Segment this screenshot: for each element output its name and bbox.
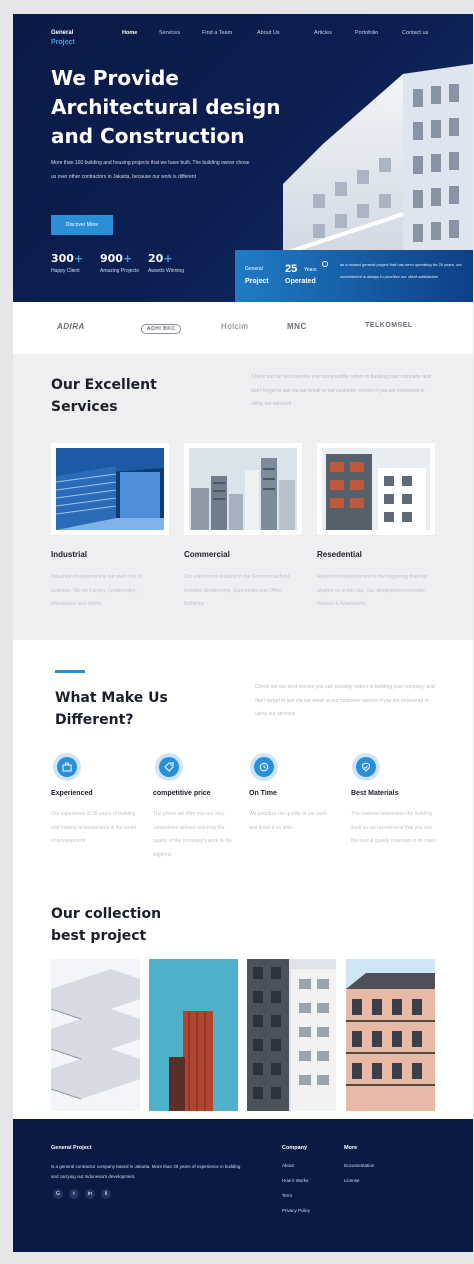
shield-icon [352,753,380,781]
collection-title-line1: Our collection [51,906,162,922]
briefcase-icon [53,753,81,781]
feature-desc-materials: The material determines the building its… [351,811,436,844]
ring-icon [322,261,328,267]
stat-suffix: + [163,252,173,265]
service-title-industrial: Industrial [51,550,88,559]
top-strip [0,0,474,6]
section-accent-line [55,670,85,673]
service-desc-residential: Residential development is the beginning… [317,574,428,607]
collection-title-line2: best project [51,928,147,944]
stat-label: Amazing Projects [100,268,139,274]
logo-mnc: MNC [287,322,307,331]
info-project: Project [245,278,269,285]
tag-icon [155,753,183,781]
footer-more-heading: More [344,1145,358,1151]
stat-label: Awards Winning [148,268,185,274]
footer-brand: General Project [51,1145,92,1151]
nav-about[interactable]: About Us [257,30,280,36]
footer-link-about[interactable]: About [282,1163,294,1168]
stat-label: Happy Client [51,268,80,274]
feature-desc-ontime: We prioritize the quality of our work an… [249,811,327,831]
clock-icon [250,753,278,781]
info-operated: Operated [285,278,316,285]
brand-line1: General [51,30,74,36]
info-years-number: 25 [285,263,298,275]
stat-value: 300 [51,252,74,265]
commercial-image [189,448,297,530]
service-card-residential[interactable] [317,443,435,535]
instagram-icon[interactable]: in [85,1189,95,1199]
footer-link-license[interactable]: License [344,1178,360,1183]
stat-suffix: + [73,252,84,265]
stat-value: 900 [100,252,123,265]
service-title-residential: Resedential [317,550,362,559]
collection-title: Our collection best project [51,903,161,947]
service-card-industrial[interactable] [51,443,169,535]
hero-description: More than 100 building and housing proje… [51,160,250,180]
stat-value: 20 [148,252,164,265]
project-image-2[interactable] [149,959,238,1111]
footer-company-heading: Company [282,1145,308,1151]
feature-title-materials: Best Materials [351,790,399,797]
service-card-commercial[interactable] [184,443,302,535]
linkedin-icon[interactable]: li [101,1189,111,1199]
brand-logo[interactable]: General Project [51,29,75,47]
residential-image [322,448,430,530]
feature-title-ontime: On Time [249,790,277,797]
twitter-icon[interactable]: t [69,1189,79,1199]
different-title-line1: What Make Us [55,690,168,706]
footer-link-term[interactable]: Term [282,1193,292,1198]
project-image-3[interactable] [247,959,336,1111]
nav-find-team[interactable]: Find a Team [202,30,232,36]
landing-page: General Project Home Services Find a Tea… [13,14,473,1252]
logo-telkomsel: TELKOMSEL [365,322,413,329]
industrial-image [56,448,164,530]
services-title-line2: Services [51,399,118,415]
nav-portofolio[interactable]: Portofolio [355,30,378,36]
service-title-commercial: Commercial [184,550,230,559]
service-desc-commercial: Our experience building in the Commercia… [184,574,290,607]
info-years-label: Years [304,267,317,273]
hero-section: General Project Home Services Find a Tea… [13,14,473,302]
different-title: What Make Us Different? [55,687,168,731]
footer-description: is a general contractor company based in… [51,1164,241,1179]
nav-contact[interactable]: Contact us [402,30,428,36]
different-title-line2: Different? [55,712,134,728]
discover-more-button[interactable]: Discover More [51,215,113,235]
stat-suffix: + [122,252,133,265]
brand-line2: Project [51,39,75,46]
company-info-bar: General Project 25 Years Operated as a t… [235,250,473,302]
services-title-line1: Our Excellent [51,377,157,393]
services-description: Check out our best service you can possi… [251,374,431,407]
feature-desc-price: The prices we offer you are very competi… [153,811,233,858]
footer-link-privacy[interactable]: Privacy Policy [282,1208,310,1213]
footer-link-how-it-works[interactable]: How it Works [282,1178,308,1183]
info-general: General [245,266,263,272]
different-description: Check out our best service you can possi… [255,684,435,717]
service-desc-industrial: Industrial development is our main line … [51,574,142,607]
stat-happy-client: 300+ Happy Client [51,252,91,276]
feature-title-experienced: Experienced [51,790,93,797]
services-section: Our Excellent Services Check out our bes… [13,354,473,640]
google-icon[interactable]: G [53,1189,63,1199]
project-image-4[interactable] [346,959,435,1111]
feature-title-price: competitive price [153,790,211,797]
stat-amazing-projects: 900+ Amazing Projects [100,252,140,276]
partner-logos: ADIRA ADHI BKC Holcim MNC TELKOMSEL [13,302,473,354]
footer: General Project is a general contractor … [13,1119,473,1252]
project-image-1[interactable] [51,959,140,1111]
hero-title: We Provide Architectural design and Cons… [51,66,281,148]
nav-home[interactable]: Home [122,30,137,36]
info-note: as a trusted general project that has be… [340,262,462,279]
logo-holcim: Holcim [221,322,249,331]
footer-link-documentation[interactable]: Documentation [344,1163,374,1168]
logo-adhi: ADHI BKC [141,324,182,334]
feature-desc-experienced: Our experience of 25 years of building a… [51,811,137,844]
nav-services[interactable]: Services [159,30,180,36]
stat-awards-winning: 20+ Awards Winning [148,252,188,276]
nav-articles[interactable]: Articles [314,30,332,36]
logo-adira: ADIRA [57,322,85,331]
services-title: Our Excellent Services [51,374,157,418]
